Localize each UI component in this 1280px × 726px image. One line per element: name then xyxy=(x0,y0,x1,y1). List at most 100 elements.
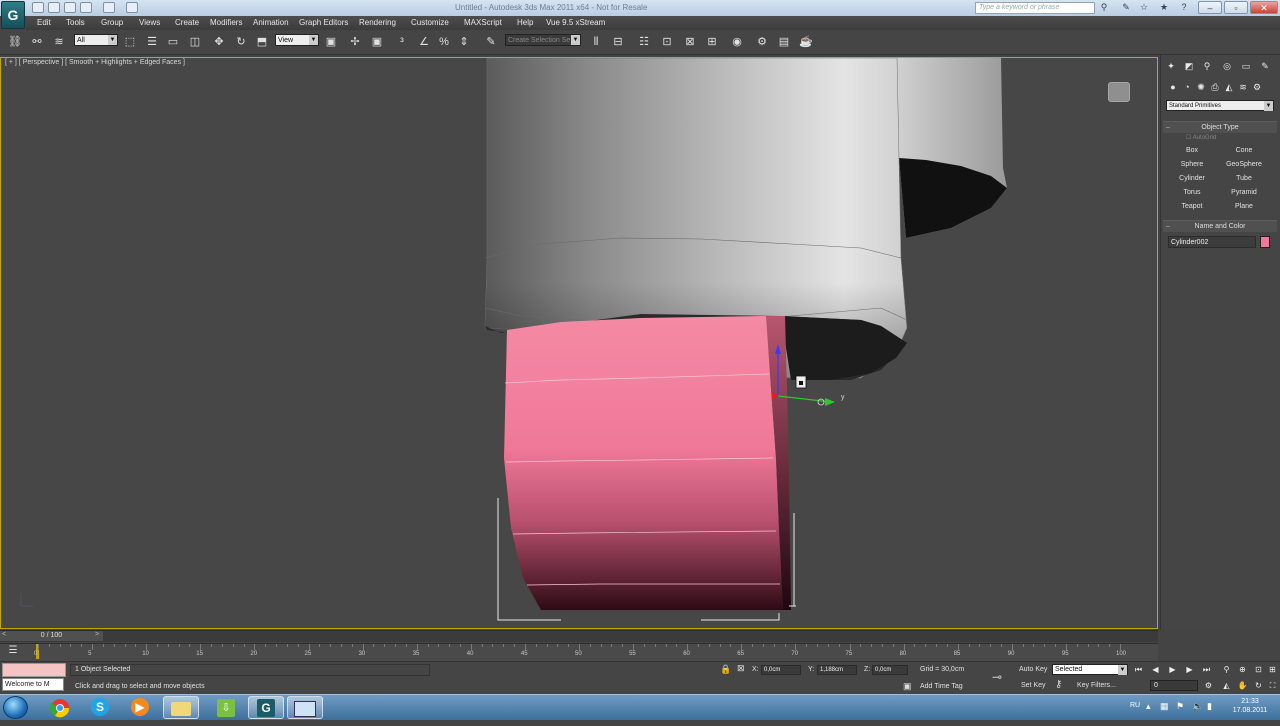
app-logo-button[interactable]: G xyxy=(1,1,25,29)
shapes-icon[interactable]: ◔ xyxy=(1180,81,1194,94)
keyboard-shortcut-override-icon[interactable]: ▣ xyxy=(369,34,385,50)
snaps-toggle-icon[interactable]: ³ xyxy=(394,34,410,50)
render-production-icon[interactable]: ☕ xyxy=(798,34,814,50)
skype-icon[interactable]: S xyxy=(82,696,118,719)
geosphere-button[interactable]: GeoSphere xyxy=(1221,159,1267,171)
menu-vue-xstream[interactable]: Vue 9.5 xStream xyxy=(546,17,605,29)
hierarchy-tab-icon[interactable]: ⚲ xyxy=(1200,60,1214,73)
maxscript-input[interactable]: Welcome to M xyxy=(2,678,64,691)
add-time-tag-button[interactable]: Add Time Tag xyxy=(920,683,963,690)
category-dropdown[interactable]: Standard Primitives ▼ xyxy=(1166,100,1274,111)
play-icon[interactable]: ▶ xyxy=(1166,664,1179,675)
reference-coordinate-dropdown[interactable]: View ▼ xyxy=(275,34,319,46)
box-button[interactable]: Box xyxy=(1169,145,1215,157)
named-selection-dropdown[interactable]: Create Selection Se ▼ xyxy=(505,34,581,46)
search-binoculars-icon[interactable]: ⚲ xyxy=(1098,2,1110,13)
object-type-rollout[interactable]: – Object Type xyxy=(1163,121,1277,133)
menu-create[interactable]: Create xyxy=(175,17,199,29)
mini-curve-editor-icon[interactable]: ☰ xyxy=(6,645,20,657)
select-and-move-icon[interactable]: ✥ xyxy=(211,34,227,50)
rendered-frame-window-icon[interactable]: ▤ xyxy=(776,34,792,50)
cameras-icon[interactable]: ⎙ xyxy=(1208,81,1222,94)
tray-network-icon[interactable]: ▦ xyxy=(1160,701,1169,712)
rectangular-selection-icon[interactable]: ▭ xyxy=(165,34,181,50)
key-filters-button[interactable]: Key Filters... xyxy=(1077,682,1116,689)
selection-filter-dropdown[interactable]: All ▼ xyxy=(74,34,118,46)
gizmo-y-arrow[interactable] xyxy=(825,398,835,406)
menu-animation[interactable]: Animation xyxy=(253,17,289,29)
angle-snap-icon[interactable]: ∠ xyxy=(416,34,432,50)
graphite-ribbon-icon[interactable]: ⊡ xyxy=(659,34,675,50)
selection-lock-icon[interactable]: 🔒 xyxy=(720,664,731,675)
utilities-tab-icon[interactable]: ✎ xyxy=(1258,60,1272,73)
select-and-link-icon[interactable]: ⛓ xyxy=(7,34,23,50)
next-frame-icon[interactable]: ▶ xyxy=(1183,664,1196,675)
pivot-center-icon[interactable]: ▣ xyxy=(323,34,339,50)
help-icon[interactable]: ? xyxy=(1178,2,1190,13)
save-file-icon[interactable] xyxy=(64,2,76,13)
name-and-color-rollout[interactable]: – Name and Color xyxy=(1163,220,1277,232)
viewport-label[interactable]: [ + ] [ Perspective ] [ Smooth + Highlig… xyxy=(5,59,185,66)
favorites-star-icon[interactable]: ★ xyxy=(1158,2,1170,13)
maximize-viewport-icon[interactable]: ⛶ xyxy=(1266,680,1279,691)
percent-snap-icon[interactable]: % xyxy=(436,34,452,50)
tray-action-center-icon[interactable]: ⚑ xyxy=(1176,701,1184,712)
prev-frame-icon[interactable]: < xyxy=(2,631,6,638)
explorer-icon[interactable] xyxy=(163,696,199,719)
tray-expand-icon[interactable]: ▴ xyxy=(1146,701,1151,712)
torus-button[interactable]: Torus xyxy=(1169,187,1215,199)
spinner-snap-icon[interactable]: ⇕ xyxy=(456,34,472,50)
cylinder-button[interactable]: Cylinder xyxy=(1169,173,1215,185)
maxscript-mini-listener[interactable] xyxy=(2,663,66,677)
select-and-rotate-icon[interactable]: ↻ xyxy=(233,34,249,50)
tray-power-icon[interactable]: ▮ xyxy=(1207,701,1212,712)
go-to-start-icon[interactable]: ⏮ xyxy=(1132,664,1145,675)
menu-modifiers[interactable]: Modifiers xyxy=(210,17,242,29)
object-color-swatch[interactable] xyxy=(1260,236,1270,248)
tube-button[interactable]: Tube xyxy=(1221,173,1267,185)
menu-edit[interactable]: Edit xyxy=(37,17,51,29)
utorrent-icon[interactable]: ⇩ xyxy=(208,696,244,719)
pyramid-button[interactable]: Pyramid xyxy=(1221,187,1267,199)
helpers-icon[interactable]: ◭ xyxy=(1222,81,1236,94)
mirror-icon[interactable]: ⫴ xyxy=(588,34,604,50)
menu-graph-editors[interactable]: Graph Editors xyxy=(299,17,348,29)
unlink-icon[interactable]: ⚯ xyxy=(29,34,45,50)
pan-view-icon[interactable]: ✋ xyxy=(1236,680,1249,691)
zoom-icon[interactable]: ⚲ xyxy=(1220,664,1233,675)
language-indicator[interactable]: RU xyxy=(1130,702,1140,709)
field-of-view-icon[interactable]: ◭ xyxy=(1220,680,1233,691)
select-manipulate-icon[interactable]: ✢ xyxy=(347,34,363,50)
set-key-icon[interactable]: ⚷ xyxy=(1055,679,1062,690)
menu-maxscript[interactable]: MAXScript xyxy=(464,17,502,29)
close-button[interactable]: ✕ xyxy=(1250,1,1278,14)
start-button[interactable] xyxy=(3,696,28,719)
media-player-icon[interactable]: ▶ xyxy=(122,696,158,719)
select-object-icon[interactable]: ⬚ xyxy=(122,34,138,50)
menu-views[interactable]: Views xyxy=(139,17,160,29)
motion-tab-icon[interactable]: ◎ xyxy=(1220,60,1234,73)
orbit-icon[interactable]: ↻ xyxy=(1252,680,1265,691)
redo-icon[interactable] xyxy=(103,2,115,13)
3dsmax-taskbar-icon[interactable]: G xyxy=(248,696,284,719)
space-warps-icon[interactable]: ≋ xyxy=(1236,81,1250,94)
lights-icon[interactable]: ✺ xyxy=(1194,81,1208,94)
minimize-button[interactable]: – xyxy=(1198,1,1222,14)
window-crossing-icon[interactable]: ◫ xyxy=(187,34,203,50)
chrome-icon[interactable] xyxy=(42,696,78,719)
cone-button[interactable]: Cone xyxy=(1221,145,1267,157)
search-input[interactable]: Type a keyword or phrase xyxy=(975,2,1095,14)
menu-group[interactable]: Group xyxy=(101,17,123,29)
next-frame-icon[interactable]: > xyxy=(95,631,99,638)
new-file-icon[interactable] xyxy=(32,2,44,13)
auto-key-button[interactable]: Auto Key xyxy=(1019,666,1047,673)
key-mode-dropdown[interactable]: Selected ▼ xyxy=(1052,664,1128,675)
y-coordinate-field[interactable]: 1,188cm xyxy=(817,665,857,675)
remote-desktop-icon[interactable] xyxy=(287,696,323,719)
zoom-extents-all-icon[interactable]: ⊞ xyxy=(1266,664,1279,675)
teapot-button[interactable]: Teapot xyxy=(1169,201,1215,213)
x-coordinate-field[interactable]: 0,0cm xyxy=(761,665,801,675)
undo-icon[interactable] xyxy=(80,2,92,13)
time-slider[interactable] xyxy=(0,630,1158,642)
communication-center-icon[interactable]: ☆ xyxy=(1138,2,1150,13)
